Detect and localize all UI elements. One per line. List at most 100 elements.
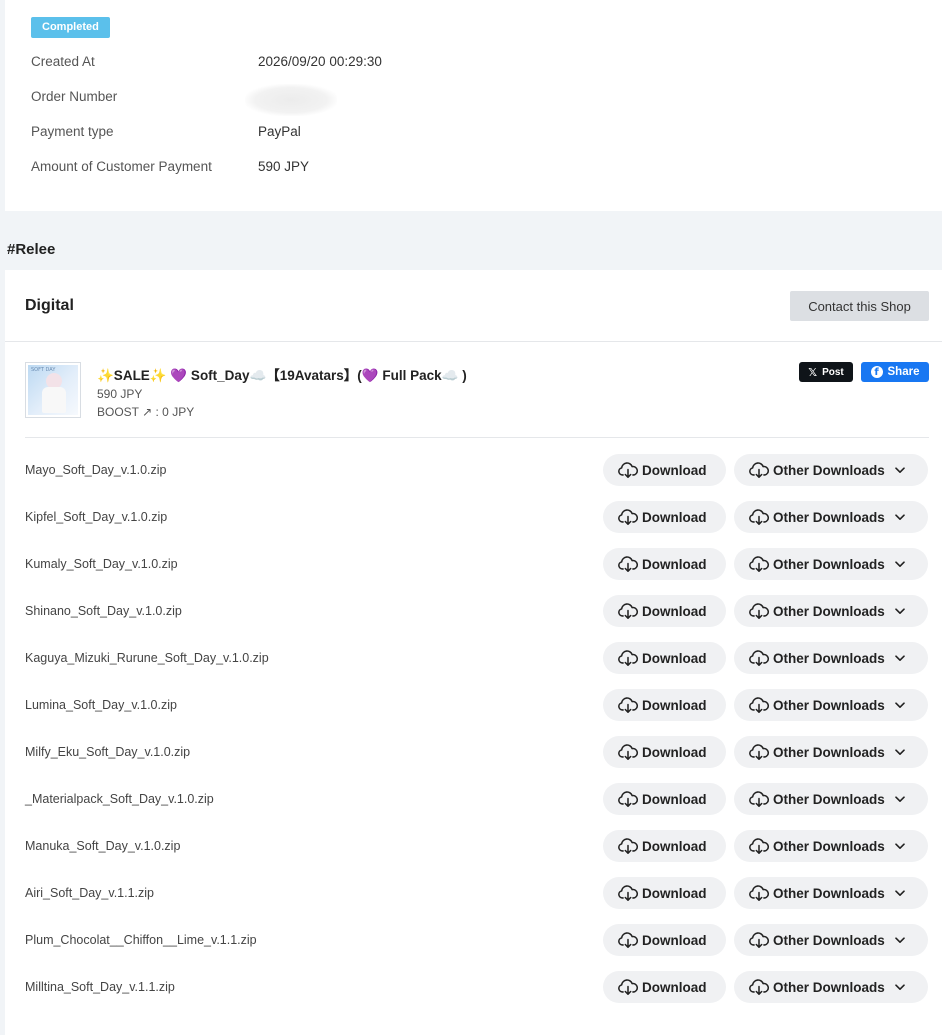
other-downloads-dropdown[interactable]: Other Downloads bbox=[734, 924, 928, 956]
facebook-icon: f bbox=[870, 366, 883, 378]
redacted-order-number bbox=[245, 84, 337, 116]
file-name: Manuka_Soft_Day_v.1.0.zip bbox=[25, 839, 181, 853]
cloud-download-icon bbox=[618, 650, 638, 666]
product-title-link[interactable]: ✨SALE✨ 💜 Soft_Day☁️【19Avatars】(💜 Full Pa… bbox=[97, 364, 467, 384]
product-boost: BOOST ↗ : 0 JPY bbox=[97, 405, 195, 419]
download-button[interactable]: Download bbox=[603, 689, 726, 721]
section-title: Digital bbox=[25, 297, 74, 314]
download-row: Mayo_Soft_Day_v.1.0.zip Download Other D… bbox=[5, 454, 942, 488]
download-row: Shinano_Soft_Day_v.1.0.zip Download Othe… bbox=[5, 595, 942, 629]
other-downloads-label: Other Downloads bbox=[773, 744, 885, 760]
download-label: Download bbox=[642, 932, 707, 948]
cloud-download-icon bbox=[749, 603, 769, 619]
cloud-download-icon bbox=[749, 838, 769, 854]
download-row: Kaguya_Mizuki_Rurune_Soft_Day_v.1.0.zip … bbox=[5, 642, 942, 676]
file-name: Shinano_Soft_Day_v.1.0.zip bbox=[25, 604, 182, 618]
download-label: Download bbox=[642, 556, 707, 572]
other-downloads-dropdown[interactable]: Other Downloads bbox=[734, 642, 928, 674]
x-post-button[interactable]: 𝕏 Post bbox=[799, 362, 853, 382]
other-downloads-dropdown[interactable]: Other Downloads bbox=[734, 877, 928, 909]
cloud-download-icon bbox=[749, 885, 769, 901]
download-row: Airi_Soft_Day_v.1.1.zip Download Other D… bbox=[5, 877, 942, 911]
download-button[interactable]: Download bbox=[603, 642, 726, 674]
other-downloads-label: Other Downloads bbox=[773, 509, 885, 525]
download-label: Download bbox=[642, 509, 707, 525]
cloud-download-icon bbox=[618, 697, 638, 713]
chevron-down-icon bbox=[894, 983, 905, 990]
divider bbox=[25, 437, 929, 438]
digital-products-card: Digital Contact this Shop SOFT DAY ✨SALE… bbox=[5, 270, 942, 1035]
other-downloads-dropdown[interactable]: Other Downloads bbox=[734, 501, 928, 533]
other-downloads-dropdown[interactable]: Other Downloads bbox=[734, 971, 928, 1003]
info-label: Payment type bbox=[31, 124, 114, 139]
shop-name-link[interactable]: #Relee bbox=[7, 241, 55, 258]
file-name: Kipfel_Soft_Day_v.1.0.zip bbox=[25, 510, 168, 524]
other-downloads-dropdown[interactable]: Other Downloads bbox=[734, 783, 928, 815]
other-downloads-dropdown[interactable]: Other Downloads bbox=[734, 454, 928, 486]
facebook-share-button[interactable]: f Share bbox=[861, 362, 929, 382]
status-badge: Completed bbox=[31, 17, 110, 38]
info-value: 590 JPY bbox=[258, 159, 310, 174]
download-button[interactable]: Download bbox=[603, 971, 726, 1003]
download-button[interactable]: Download bbox=[603, 736, 726, 768]
chevron-down-icon bbox=[894, 889, 905, 896]
download-button[interactable]: Download bbox=[603, 783, 726, 815]
file-name: Kumaly_Soft_Day_v.1.0.zip bbox=[25, 557, 178, 571]
chevron-down-icon bbox=[894, 701, 905, 708]
cloud-download-icon bbox=[749, 509, 769, 525]
cloud-download-icon bbox=[749, 744, 769, 760]
info-label: Created At bbox=[31, 54, 95, 69]
product-thumbnail[interactable]: SOFT DAY bbox=[25, 362, 81, 418]
download-button[interactable]: Download bbox=[603, 924, 726, 956]
info-label: Amount of Customer Payment bbox=[31, 159, 212, 174]
download-label: Download bbox=[642, 744, 707, 760]
info-value: 2026/09/20 00:29:30 bbox=[258, 54, 382, 69]
download-label: Download bbox=[642, 603, 707, 619]
cloud-download-icon bbox=[618, 603, 638, 619]
other-downloads-label: Other Downloads bbox=[773, 462, 885, 478]
other-downloads-dropdown[interactable]: Other Downloads bbox=[734, 689, 928, 721]
download-row: Milfy_Eku_Soft_Day_v.1.0.zip Download Ot… bbox=[5, 736, 942, 770]
cloud-download-icon bbox=[749, 556, 769, 572]
other-downloads-label: Other Downloads bbox=[773, 650, 885, 666]
chevron-down-icon bbox=[894, 748, 905, 755]
thumbnail-caption: SOFT DAY bbox=[31, 367, 56, 373]
download-button[interactable]: Download bbox=[603, 501, 726, 533]
download-button[interactable]: Download bbox=[603, 830, 726, 862]
file-name: Lumina_Soft_Day_v.1.0.zip bbox=[25, 698, 177, 712]
download-button[interactable]: Download bbox=[603, 548, 726, 580]
contact-shop-button[interactable]: Contact this Shop bbox=[790, 291, 929, 321]
chevron-down-icon bbox=[894, 795, 905, 802]
download-row: Kipfel_Soft_Day_v.1.0.zip Download Other… bbox=[5, 501, 942, 535]
other-downloads-dropdown[interactable]: Other Downloads bbox=[734, 736, 928, 768]
facebook-share-label: Share bbox=[887, 366, 920, 378]
thumbnail-art: SOFT DAY bbox=[28, 365, 78, 415]
download-button[interactable]: Download bbox=[603, 595, 726, 627]
cloud-download-icon bbox=[618, 979, 638, 995]
product-price: 590 JPY bbox=[97, 387, 143, 401]
file-name: _Materialpack_Soft_Day_v.1.0.zip bbox=[25, 792, 214, 806]
download-row: Kumaly_Soft_Day_v.1.0.zip Download Other… bbox=[5, 548, 942, 582]
info-value: PayPal bbox=[258, 124, 301, 139]
other-downloads-label: Other Downloads bbox=[773, 603, 885, 619]
order-summary-card: Completed Created At 2026/09/20 00:29:30… bbox=[5, 0, 942, 211]
chevron-down-icon bbox=[894, 654, 905, 661]
download-label: Download bbox=[642, 462, 707, 478]
download-label: Download bbox=[642, 838, 707, 854]
other-downloads-dropdown[interactable]: Other Downloads bbox=[734, 830, 928, 862]
download-button[interactable]: Download bbox=[603, 877, 726, 909]
file-name: Plum_Chocolat__Chiffon__Lime_v.1.1.zip bbox=[25, 933, 257, 947]
other-downloads-label: Other Downloads bbox=[773, 556, 885, 572]
chevron-down-icon bbox=[894, 560, 905, 567]
file-name: Milfy_Eku_Soft_Day_v.1.0.zip bbox=[25, 745, 191, 759]
cloud-download-icon bbox=[749, 462, 769, 478]
divider bbox=[5, 341, 942, 342]
other-downloads-dropdown[interactable]: Other Downloads bbox=[734, 595, 928, 627]
other-downloads-dropdown[interactable]: Other Downloads bbox=[734, 548, 928, 580]
download-button[interactable]: Download bbox=[603, 454, 726, 486]
chevron-down-icon bbox=[894, 607, 905, 614]
download-row: Lumina_Soft_Day_v.1.0.zip Download Other… bbox=[5, 689, 942, 723]
download-label: Download bbox=[642, 697, 707, 713]
other-downloads-label: Other Downloads bbox=[773, 979, 885, 995]
cloud-download-icon bbox=[749, 979, 769, 995]
